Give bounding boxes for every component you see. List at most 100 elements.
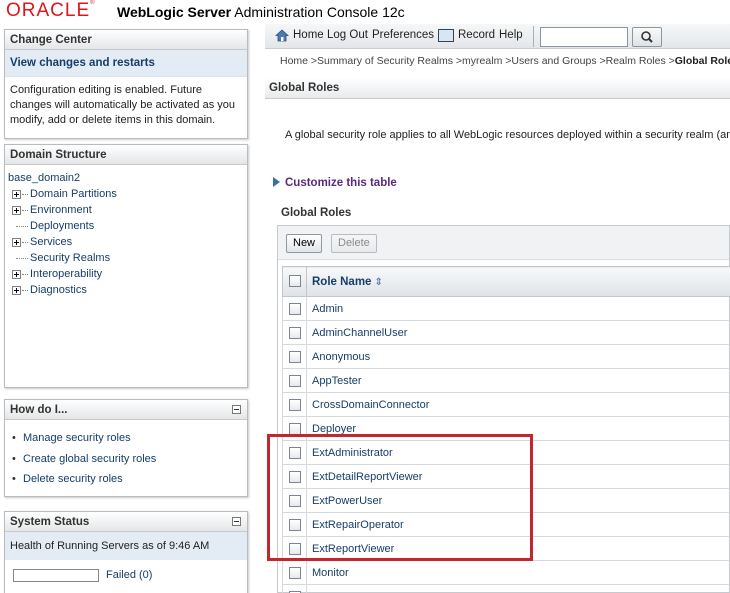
table-row: ExtReportViewer — [282, 536, 730, 561]
row-checkbox[interactable] — [288, 350, 301, 363]
role-link[interactable]: AdminChannelUser — [312, 327, 407, 339]
role-name-cell: Admin — [306, 296, 730, 321]
collapse-icon[interactable] — [232, 405, 241, 414]
how-do-i-link-manage-roles[interactable]: Manage security roles — [10, 428, 242, 449]
how-do-i-link-delete-roles[interactable]: Delete security roles — [10, 469, 242, 490]
row-checkbox[interactable] — [288, 302, 301, 315]
select-all-checkbox[interactable] — [288, 275, 301, 288]
row-checkbox-cell — [282, 416, 307, 441]
table-title: Global Roles — [281, 207, 352, 219]
tree-item-diagnostics[interactable]: Diagnostics — [8, 282, 244, 298]
role-link[interactable]: Admin — [312, 303, 343, 315]
search-icon — [641, 31, 653, 43]
row-checkbox[interactable] — [288, 470, 301, 483]
how-do-i-title: How do I... — [5, 400, 247, 420]
roles-table: Role Name ⇕ Admin AdminChannelUser Anonym… — [282, 266, 730, 593]
row-checkbox[interactable] — [288, 374, 301, 387]
tree-item-label: Services — [30, 236, 73, 248]
home-icon[interactable] — [275, 29, 289, 42]
tree-item-domain-partitions[interactable]: Domain Partitions — [8, 186, 244, 202]
status-link-failed[interactable]: Failed (0) — [106, 569, 152, 581]
table-row: Monitor — [282, 560, 730, 585]
help-link[interactable]: Help — [499, 29, 523, 41]
tree-item-security-realms[interactable]: Security Realms — [8, 250, 244, 266]
how-do-i-link-create-roles[interactable]: Create global security roles — [10, 449, 242, 470]
row-checkbox[interactable] — [288, 446, 301, 459]
row-checkbox[interactable] — [288, 422, 301, 435]
home-link[interactable]: Home — [293, 29, 324, 41]
role-name-header-label: Role Name — [312, 275, 372, 288]
tree-item-environment[interactable]: Environment — [8, 202, 244, 218]
tree-item-deployments[interactable]: Deployments — [8, 218, 244, 234]
role-link[interactable]: ExtAdministrator — [312, 447, 393, 459]
change-center-text: Configuration editing is enabled. Future… — [10, 84, 236, 126]
breadcrumb[interactable]: Home >Summary of Security Realms >myreal… — [280, 55, 730, 67]
tree-item-label: Deployments — [30, 220, 95, 232]
row-checkbox[interactable] — [288, 326, 301, 339]
row-checkbox-cell — [282, 488, 307, 513]
role-name-cell: AppTester — [306, 368, 730, 393]
expand-icon[interactable] — [12, 238, 21, 247]
product-name: WebLogic Server — [117, 4, 232, 20]
role-link[interactable]: Monitor — [312, 567, 349, 579]
tree-item-interoperability[interactable]: Interoperability — [8, 266, 244, 282]
role-link[interactable]: Anonymous — [312, 351, 370, 363]
role-name-column-header[interactable]: Role Name ⇕ — [306, 266, 730, 297]
expand-icon[interactable] — [12, 286, 21, 295]
domain-structure-panel: Domain Structure base_domain2 Domain Par… — [4, 144, 248, 388]
collapse-icon[interactable] — [232, 517, 241, 526]
expand-icon[interactable] — [12, 190, 21, 199]
how-do-i-list: Manage security roles Create global secu… — [5, 420, 247, 494]
role-link[interactable]: ExtPowerUser — [312, 495, 382, 507]
change-center-panel: Change Center View changes and restarts … — [4, 29, 248, 139]
breadcrumb-path[interactable]: Home >Summary of Security Realms >myreal… — [280, 55, 675, 67]
role-name-cell: ExtReportViewer — [306, 536, 730, 561]
page-description: A global security role applies to all We… — [285, 129, 730, 141]
status-row-failed: Failed (0) — [5, 567, 247, 585]
row-checkbox-cell — [282, 368, 307, 393]
record-icon[interactable] — [438, 29, 454, 42]
tree-item-services[interactable]: Services — [8, 234, 244, 250]
search-input[interactable] — [540, 27, 628, 47]
row-checkbox[interactable] — [288, 518, 301, 531]
top-toolbar: Home Log Out Preferences Record Help — [265, 24, 730, 49]
role-link[interactable]: ExtReportViewer — [312, 543, 394, 555]
expand-icon[interactable] — [12, 270, 21, 279]
preferences-link[interactable]: Preferences — [372, 29, 434, 41]
domain-structure-title: Domain Structure — [5, 145, 247, 165]
role-link[interactable]: ExtDetailReportViewer — [312, 471, 422, 483]
delete-button: Delete — [331, 234, 377, 253]
customize-table-link[interactable]: Customize this table — [273, 177, 397, 189]
row-checkbox[interactable] — [288, 398, 301, 411]
row-checkbox[interactable] — [288, 566, 301, 579]
role-link[interactable]: CrossDomainConnector — [312, 399, 429, 411]
table-row — [282, 584, 730, 593]
expand-triangle-icon — [273, 177, 280, 187]
product-subtitle: Administration Console 12c — [234, 4, 405, 20]
row-checkbox[interactable] — [288, 542, 301, 555]
role-link[interactable]: AppTester — [312, 375, 362, 387]
new-button[interactable]: New — [286, 234, 323, 253]
table-button-bar: New Delete — [278, 226, 729, 260]
product-title: WebLogic Server Administration Console 1… — [117, 4, 405, 20]
role-name-cell: ExtDetailReportViewer — [306, 464, 730, 489]
row-checkbox[interactable] — [288, 494, 301, 507]
tree-item-label: Interoperability — [30, 268, 103, 280]
tree-root-domain[interactable]: base_domain2 — [8, 170, 244, 186]
view-changes-link[interactable]: View changes and restarts — [5, 50, 247, 77]
sort-ascending-icon[interactable]: ⇕ — [374, 277, 382, 288]
role-link[interactable]: ExtRepairOperator — [312, 519, 404, 531]
tree-item-label: Security Realms — [30, 252, 111, 264]
record-link[interactable]: Record — [458, 29, 495, 41]
app-header: ORACLE WebLogic Server Administration Co… — [0, 0, 730, 24]
row-checkbox-cell — [282, 296, 307, 321]
tree-item-label: Diagnostics — [30, 284, 87, 296]
role-link[interactable]: Deployer — [312, 423, 356, 435]
how-do-i-title-text: How do I... — [10, 404, 68, 416]
toolbar-divider — [533, 26, 534, 47]
expand-icon[interactable] — [12, 206, 21, 215]
table-row: ExtDetailReportViewer — [282, 464, 730, 489]
row-checkbox-cell — [282, 560, 307, 585]
logout-link[interactable]: Log Out — [327, 29, 368, 41]
search-button[interactable] — [632, 27, 662, 47]
